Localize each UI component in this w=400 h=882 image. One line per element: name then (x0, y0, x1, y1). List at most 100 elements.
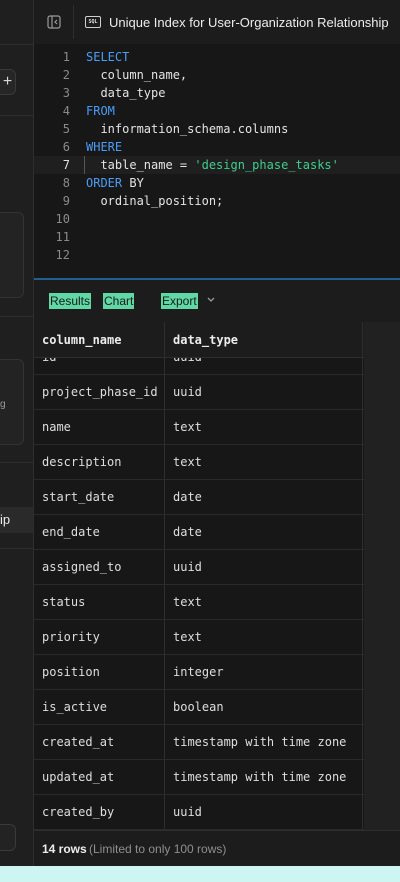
sidebar-divider (0, 115, 33, 116)
code-text: data_type (86, 84, 165, 102)
code-editor[interactable]: 1 SELECT 2 column_name, 3 data_type 4 FROM 5 i… (34, 44, 400, 278)
code-text: column_name, (86, 66, 187, 84)
table-row[interactable]: created_at timestamp with time zone (34, 725, 364, 760)
sql-token: information_schema.columns (86, 122, 289, 136)
line-number: 9 (62, 194, 70, 208)
line-number: 11 (55, 230, 70, 244)
sql-editor-panel: SQL Unique Index for User-Organization R… (33, 0, 400, 866)
code-line[interactable]: 12 (34, 246, 400, 264)
code-line[interactable]: 3 data_type (34, 84, 400, 102)
sql-token: column_name, (86, 68, 188, 82)
cell-data-type[interactable]: uuid (165, 795, 363, 829)
bottom-band (0, 866, 400, 882)
results-footer: 14 rows (Limited to only 100 rows) (34, 830, 400, 866)
cell-column-name[interactable]: priority (34, 620, 165, 654)
code-line[interactable]: 7 table_name = 'design_phase_tasks' (34, 156, 400, 174)
column-header-data-type[interactable]: data_type (165, 322, 363, 357)
cell-column-name[interactable]: created_by (34, 795, 165, 829)
table-row[interactable]: project_phase_id uuid (34, 375, 364, 410)
code-line[interactable]: 5 information_schema.columns (34, 120, 400, 138)
cell-column-name[interactable]: assigned_to (34, 550, 165, 584)
cell-data-type[interactable]: text (165, 410, 363, 444)
cell-column-name[interactable]: created_at (34, 725, 165, 759)
line-number: 8 (62, 176, 70, 190)
table-row[interactable]: priority text (34, 620, 364, 655)
cell-data-type[interactable]: text (165, 445, 363, 479)
results-grid[interactable]: iduuidproject_phase_iduuidnametextdescri… (34, 322, 400, 830)
code-line[interactable]: 1 SELECT (34, 48, 400, 66)
cell-data-type[interactable]: timestamp with time zone (165, 725, 363, 759)
code-line[interactable]: 8 ORDER BY (34, 174, 400, 192)
sql-token: ordinal_position; (86, 194, 224, 208)
code-line[interactable]: 11 (34, 228, 400, 246)
editor-titlebar: SQL Unique Index for User-Organization R… (34, 0, 400, 44)
table-row[interactable]: is_active boolean (34, 690, 364, 725)
line-number: 4 (62, 104, 70, 118)
cell-data-type[interactable]: date (165, 480, 363, 514)
sidebar-item-active[interactable]: ip (0, 507, 33, 533)
code-line[interactable]: 4 FROM (34, 102, 400, 120)
sql-token: data_type (86, 86, 166, 100)
table-row[interactable]: start_date date (34, 480, 364, 515)
code-line[interactable]: 6 WHERE (34, 138, 400, 156)
text-cursor (84, 156, 85, 174)
line-number: 3 (62, 86, 70, 100)
collapse-sidebar-button[interactable] (34, 5, 74, 39)
tab-chart[interactable]: Chart (103, 293, 135, 309)
table-row[interactable]: position integer (34, 655, 364, 690)
chevron-down-icon[interactable] (206, 293, 216, 307)
cell-data-type[interactable]: timestamp with time zone (165, 760, 363, 794)
sql-token: table_name = (86, 158, 195, 172)
code-line[interactable]: 9 ordinal_position; (34, 192, 400, 210)
table-row[interactable]: description text (34, 445, 364, 480)
cell-column-name[interactable]: updated_at (34, 760, 165, 794)
line-number: 12 (55, 248, 70, 262)
line-number: 2 (62, 68, 70, 82)
line-number: 10 (55, 212, 70, 226)
cell-data-type[interactable]: text (165, 585, 363, 619)
table-row[interactable]: status text (34, 585, 364, 620)
code-text: table_name = 'design_phase_tasks' (86, 156, 338, 174)
cell-data-type[interactable]: date (165, 515, 363, 549)
cell-column-name[interactable]: end_date (34, 515, 165, 549)
tab-results[interactable]: Results (49, 293, 92, 309)
code-line[interactable]: 2 column_name, (34, 66, 400, 84)
cell-column-name[interactable]: start_date (34, 480, 165, 514)
tab-export[interactable]: Export (161, 293, 198, 309)
sql-keyword: FROM (86, 104, 115, 118)
line-number: 7 (62, 158, 70, 172)
cell-column-name[interactable]: is_active (34, 690, 165, 724)
table-row[interactable]: name text (34, 410, 364, 445)
cell-column-name[interactable]: description (34, 445, 165, 479)
line-number: 1 (62, 50, 70, 64)
grid-empty-area (364, 322, 400, 830)
code-text: SELECT (86, 48, 129, 66)
line-number: 6 (62, 140, 70, 154)
table-row[interactable]: assigned_to uuid (34, 550, 364, 585)
cell-data-type[interactable]: integer (165, 655, 363, 689)
sidebar-card[interactable] (0, 212, 24, 298)
table-row[interactable]: created_by uuid (34, 795, 364, 830)
cell-column-name[interactable]: name (34, 410, 165, 444)
code-line[interactable]: 10 (34, 210, 400, 228)
cell-data-type[interactable]: uuid (165, 375, 363, 409)
sql-file-icon: SQL (85, 16, 101, 28)
sql-token: BY (122, 176, 144, 190)
add-snippet-button[interactable]: + (0, 69, 16, 95)
sidebar-divider (0, 44, 33, 45)
code-text: ordinal_position; (86, 192, 223, 210)
table-row[interactable]: updated_at timestamp with time zone (34, 760, 364, 795)
sql-keyword: SELECT (86, 50, 130, 64)
sidebar-divider (0, 316, 33, 317)
cell-column-name[interactable]: project_phase_id (34, 375, 165, 409)
sidebar-bottom-button[interactable] (0, 824, 16, 851)
cell-data-type[interactable]: boolean (165, 690, 363, 724)
cell-column-name[interactable]: position (34, 655, 165, 689)
cell-data-type[interactable]: uuid (165, 550, 363, 584)
cell-data-type[interactable]: text (165, 620, 363, 654)
table-row[interactable]: end_date date (34, 515, 364, 550)
snippet-title[interactable]: Unique Index for User-Organization Relat… (109, 15, 389, 30)
cell-column-name[interactable]: status (34, 585, 165, 619)
code-text: WHERE (86, 138, 122, 156)
column-header-column-name[interactable]: column_name (34, 322, 165, 357)
